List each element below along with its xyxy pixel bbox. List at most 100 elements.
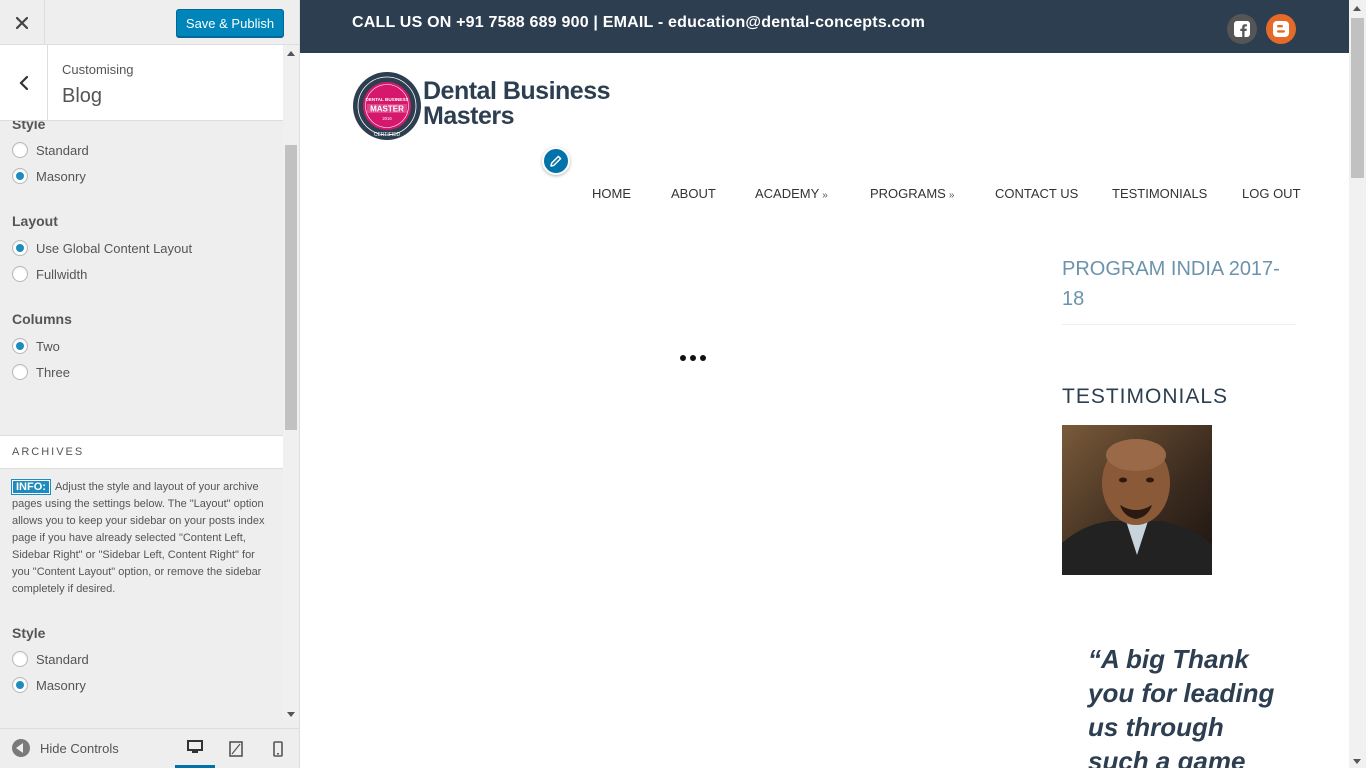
main-navigation: HOME ABOUT ACADEMY» PROGRAMS» CONTACT US… bbox=[300, 186, 1301, 204]
facebook-icon bbox=[1234, 21, 1250, 37]
loading-indicator bbox=[680, 355, 706, 361]
loading-dot bbox=[690, 355, 696, 361]
close-button[interactable] bbox=[0, 0, 45, 45]
device-mobile-button[interactable] bbox=[258, 729, 298, 768]
nav-programs-label: PROGRAMS bbox=[870, 186, 946, 201]
contact-info: CALL US ON +91 7588 689 900 | EMAIL - ed… bbox=[352, 14, 926, 31]
mobile-icon bbox=[273, 741, 283, 757]
device-tablet-button[interactable] bbox=[216, 729, 256, 768]
archives-style-standard-option[interactable]: Standard bbox=[12, 649, 89, 669]
scroll-up-arrow-icon[interactable] bbox=[287, 51, 295, 56]
radio-label: Two bbox=[36, 338, 60, 354]
nav-home[interactable]: HOME bbox=[592, 186, 631, 201]
scroll-down-arrow-icon[interactable] bbox=[1353, 759, 1361, 764]
archives-style-masonry-option[interactable]: Masonry bbox=[12, 675, 86, 695]
radio-label: Three bbox=[36, 364, 70, 380]
logo-badge-year: 2016 bbox=[382, 116, 392, 121]
hide-controls-button[interactable]: Hide Controls bbox=[12, 739, 119, 757]
section-title: Blog bbox=[62, 85, 103, 107]
radio-button-checked[interactable] bbox=[12, 168, 28, 184]
radio-button[interactable] bbox=[12, 266, 28, 282]
archives-style-title: Style bbox=[12, 625, 46, 641]
preview-scrollbar-thumb[interactable] bbox=[1351, 18, 1364, 178]
chevron-double-down-icon: » bbox=[822, 190, 828, 201]
widget-divider bbox=[1062, 324, 1296, 325]
preview-scrollbar[interactable] bbox=[1349, 0, 1366, 768]
back-button[interactable] bbox=[0, 45, 48, 121]
loading-dot bbox=[700, 355, 706, 361]
edit-shortcut-button[interactable] bbox=[542, 147, 570, 175]
nav-logout[interactable]: LOG OUT bbox=[1242, 186, 1301, 201]
tablet-icon bbox=[229, 741, 243, 757]
site-preview: CALL US ON +91 7588 689 900 | EMAIL - ed… bbox=[300, 0, 1366, 768]
customizer-content: Customising Blog Style Standard Masonry … bbox=[0, 45, 283, 728]
nav-contact[interactable]: CONTACT US bbox=[995, 186, 1078, 201]
logo-badge-bottom: CERTIFIED bbox=[374, 132, 401, 138]
nav-academy[interactable]: ACADEMY» bbox=[755, 186, 828, 201]
radio-button[interactable] bbox=[12, 364, 28, 380]
facebook-button[interactable] bbox=[1227, 14, 1257, 44]
logo-line-1: Dental Business bbox=[423, 77, 611, 105]
section-breadcrumb: Customising bbox=[62, 62, 134, 77]
info-badge: INFO: bbox=[11, 479, 51, 495]
customizer-scrollbar[interactable] bbox=[283, 45, 299, 720]
certified-badge-logo: DENTAL BUSINESS MASTER 2016 CERTIFIED bbox=[353, 72, 421, 140]
logo-line-2: Masters bbox=[423, 102, 515, 130]
scroll-up-arrow-icon[interactable] bbox=[1353, 6, 1361, 11]
testimonial-quote: “A big Thank you for leading us through … bbox=[1088, 644, 1275, 768]
chevron-left-icon bbox=[18, 75, 28, 91]
archives-info-text: INFO: Adjust the style and layout of your… bbox=[11, 479, 270, 598]
layout-global-option[interactable]: Use Global Content Layout bbox=[12, 238, 192, 258]
save-publish-button[interactable]: Save & Publish bbox=[176, 9, 284, 37]
archives-section-header: ARCHIVES bbox=[0, 435, 283, 469]
radio-label: Standard bbox=[36, 142, 89, 158]
logo-badge-line1: DENTAL BUSINESS bbox=[366, 97, 409, 102]
nav-programs[interactable]: PROGRAMS» bbox=[870, 186, 954, 201]
radio-button-checked[interactable] bbox=[12, 240, 28, 256]
blog-layout-title: Layout bbox=[12, 213, 58, 229]
section-title-bar: Customising Blog bbox=[0, 45, 283, 121]
customizer-footer: Hide Controls bbox=[0, 728, 299, 768]
info-description: Adjust the style and layout of your arch… bbox=[12, 481, 265, 595]
contact-topbar: CALL US ON +91 7588 689 900 | EMAIL - ed… bbox=[300, 0, 1349, 53]
blogger-icon bbox=[1273, 21, 1289, 37]
loading-dot bbox=[680, 355, 686, 361]
blogger-button[interactable] bbox=[1266, 14, 1296, 44]
pencil-icon bbox=[550, 155, 562, 167]
radio-label: Standard bbox=[36, 651, 89, 667]
radio-button-checked[interactable] bbox=[12, 338, 28, 354]
site-logo[interactable]: DENTAL BUSINESS MASTER 2016 CERTIFIED De… bbox=[352, 70, 612, 142]
radio-button[interactable] bbox=[12, 142, 28, 158]
testimonial-portrait bbox=[1062, 425, 1212, 575]
blog-style-standard-option[interactable]: Standard bbox=[12, 140, 89, 160]
scrollbar-thumb[interactable] bbox=[285, 145, 297, 430]
collapse-arrow-icon bbox=[12, 739, 30, 757]
scroll-down-arrow-icon[interactable] bbox=[287, 712, 295, 717]
nav-about[interactable]: ABOUT bbox=[671, 186, 716, 201]
hide-controls-label: Hide Controls bbox=[40, 740, 119, 756]
radio-button-checked[interactable] bbox=[12, 677, 28, 693]
testimonials-widget-title: TESTIMONIALS bbox=[1062, 385, 1229, 408]
blog-style-masonry-option[interactable]: Masonry bbox=[12, 166, 86, 186]
program-widget-title[interactable]: PROGRAM INDIA 2017-18 bbox=[1062, 254, 1296, 314]
chevron-double-down-icon: » bbox=[948, 190, 955, 201]
logo-wordmark: Dental Business Masters bbox=[423, 77, 611, 130]
radio-label: Masonry bbox=[36, 677, 86, 693]
blog-columns-title: Columns bbox=[12, 311, 72, 327]
customizer-header: Save & Publish bbox=[0, 0, 299, 45]
columns-three-option[interactable]: Three bbox=[12, 362, 70, 382]
radio-label: Fullwidth bbox=[36, 266, 88, 282]
logo-badge-line2: MASTER bbox=[370, 105, 404, 114]
customizer-panel: Save & Publish Customising Blog Style St… bbox=[0, 0, 300, 768]
layout-fullwidth-option[interactable]: Fullwidth bbox=[12, 264, 87, 284]
archives-heading: ARCHIVES bbox=[12, 446, 85, 458]
person-photo bbox=[1062, 425, 1212, 575]
radio-button[interactable] bbox=[12, 651, 28, 667]
radio-label: Use Global Content Layout bbox=[36, 240, 193, 256]
close-icon bbox=[16, 16, 28, 29]
desktop-icon bbox=[187, 740, 203, 753]
columns-two-option[interactable]: Two bbox=[12, 336, 60, 356]
device-desktop-button[interactable] bbox=[175, 729, 215, 768]
nav-testimonials[interactable]: TESTIMONIALS bbox=[1112, 186, 1207, 201]
nav-academy-label: ACADEMY bbox=[755, 186, 820, 201]
